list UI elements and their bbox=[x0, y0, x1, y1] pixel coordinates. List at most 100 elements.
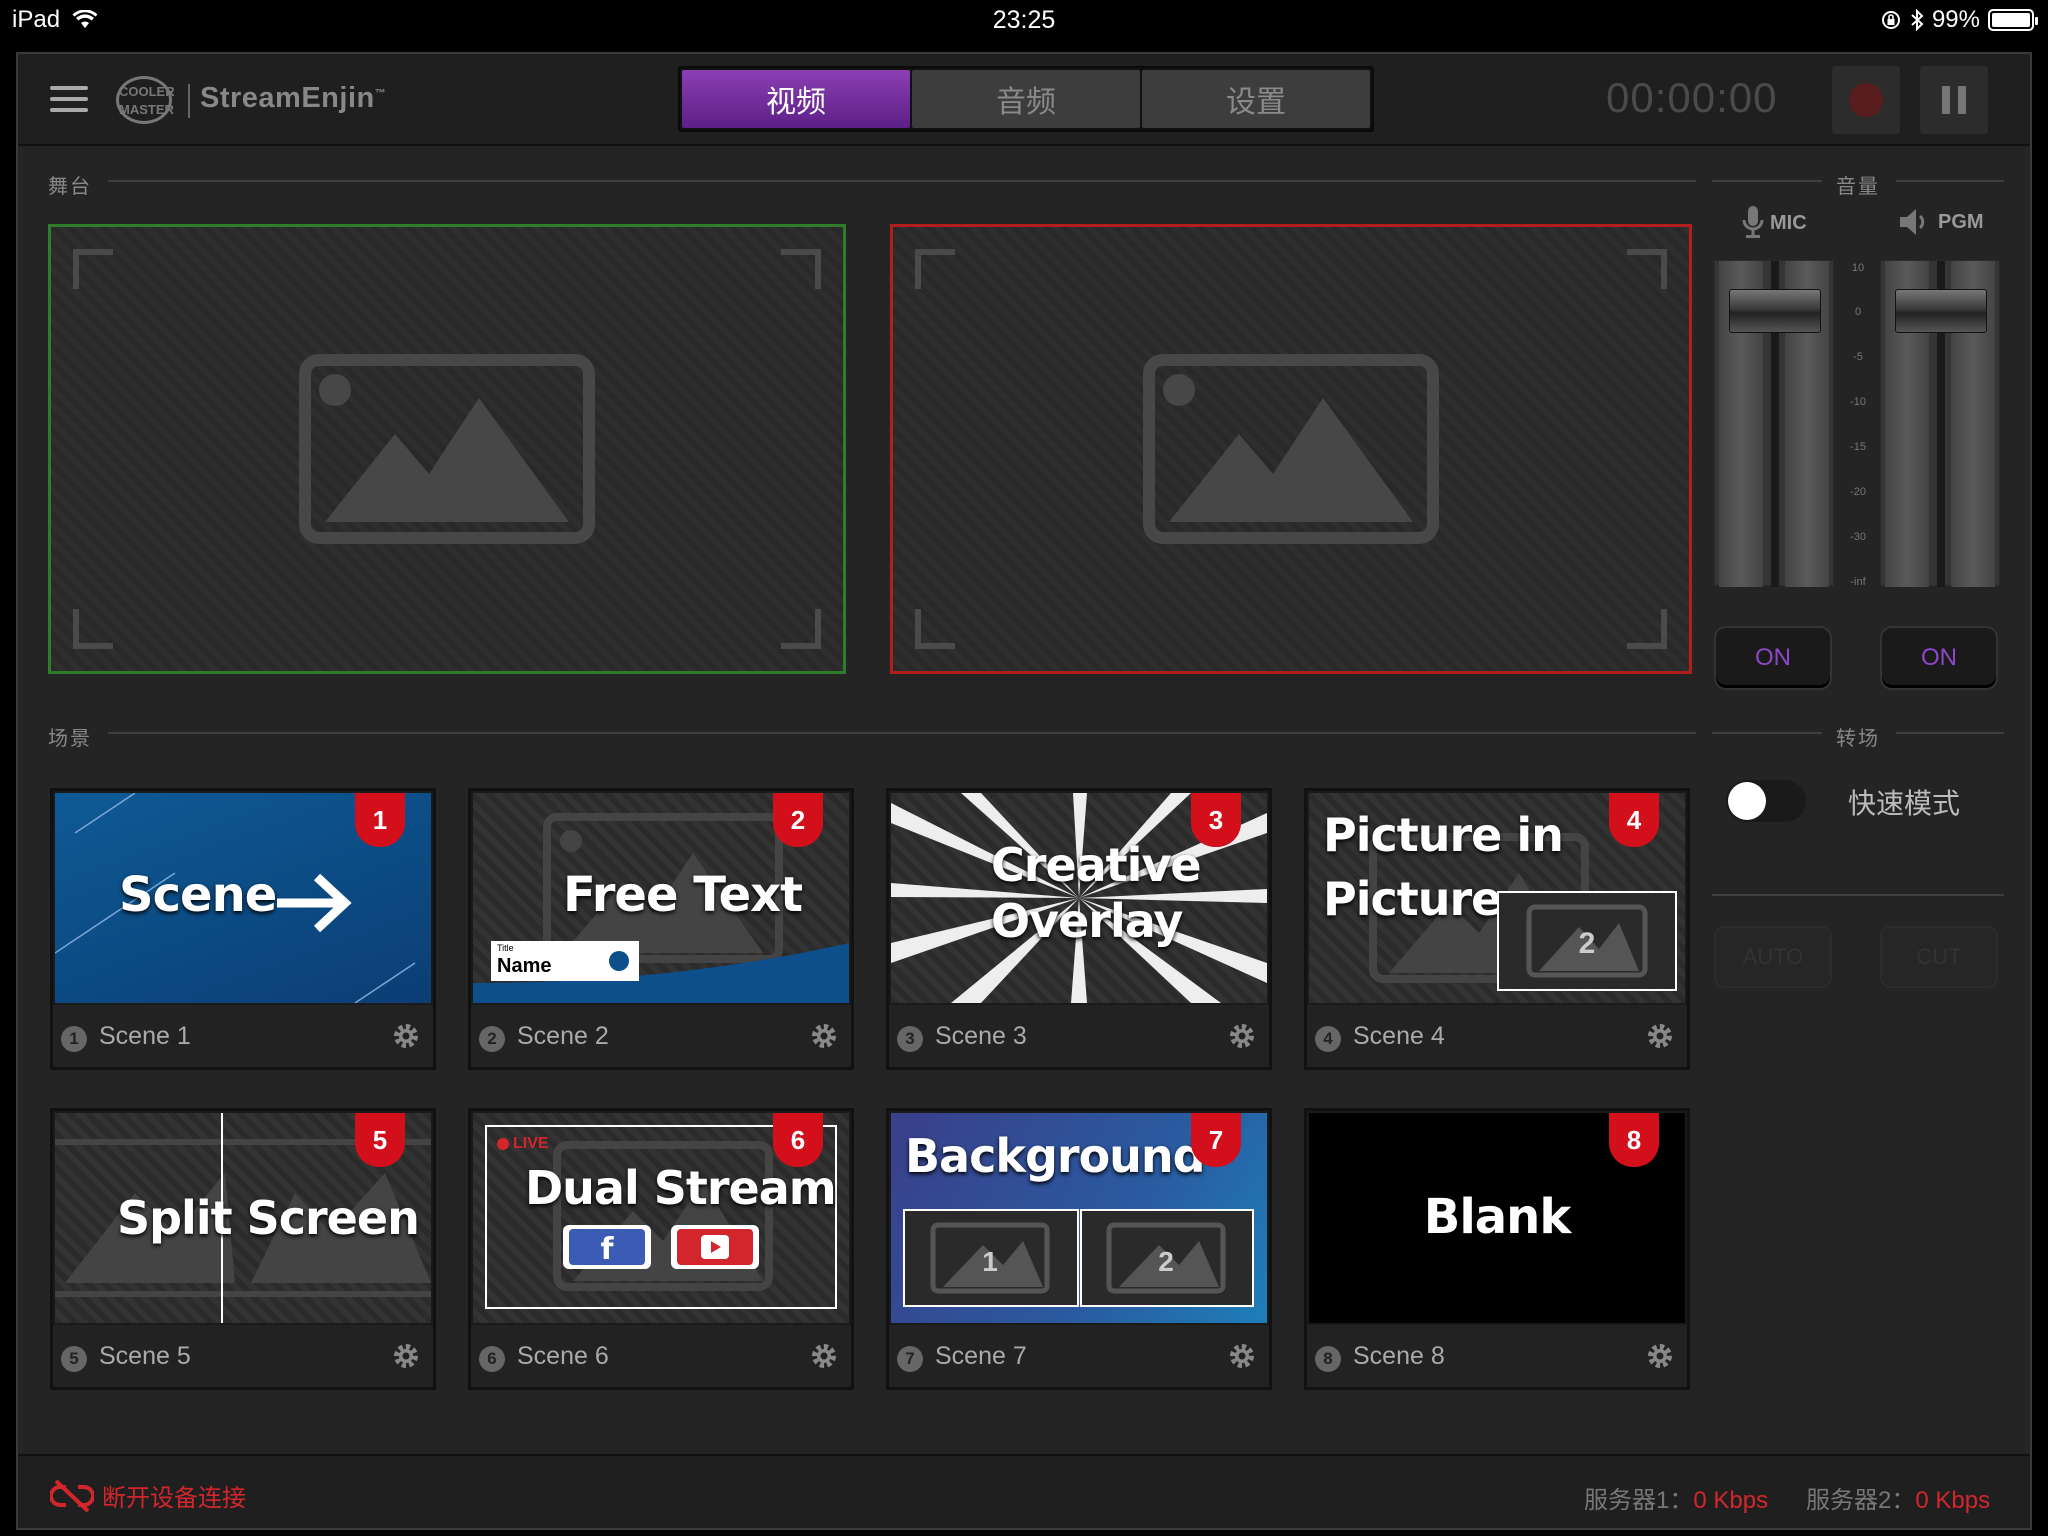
scene-card-5[interactable]: Split Screen 5 5 Scene 5 bbox=[50, 1108, 436, 1390]
record-button[interactable] bbox=[1832, 66, 1900, 134]
stage-divider bbox=[108, 180, 1696, 182]
gear-icon[interactable] bbox=[1227, 1341, 1257, 1371]
menu-icon[interactable] bbox=[50, 86, 88, 112]
scene-thumbnail: Picture in Picture 2 4 bbox=[1309, 793, 1685, 1003]
gear-icon[interactable] bbox=[391, 1021, 421, 1051]
auto-button[interactable]: AUTO bbox=[1714, 926, 1832, 988]
scene-badge: 4 bbox=[1609, 793, 1659, 847]
transition-divider-right bbox=[1896, 732, 2004, 734]
pgm-volume-fader[interactable] bbox=[1880, 260, 2000, 587]
volume-scale-m5: -5 bbox=[1853, 351, 1863, 363]
brand-divider bbox=[188, 84, 190, 118]
scene-name: Scene 8 bbox=[1353, 1342, 1445, 1370]
mic-on-button[interactable]: ON bbox=[1714, 626, 1832, 690]
volume-scale-m10: -10 bbox=[1850, 396, 1866, 408]
scene-card-4[interactable]: Picture in Picture 2 4 4 Scene 4 bbox=[1304, 788, 1690, 1070]
gear-icon[interactable] bbox=[809, 1341, 839, 1371]
scene-badge: 1 bbox=[355, 793, 405, 847]
svg-text:1: 1 bbox=[982, 1246, 998, 1277]
scene-card-6[interactable]: LIVE Dual Stream f 6 6 Scene 6 bbox=[468, 1108, 854, 1390]
audio-label: 音量 bbox=[1836, 176, 1880, 198]
scene-card-1[interactable]: Scene 1 1 Scene 1 bbox=[50, 788, 436, 1070]
preview-monitor[interactable] bbox=[48, 224, 846, 674]
battery-icon bbox=[1988, 9, 2038, 31]
server1-bitrate: 服务器1：0 Kbps bbox=[1584, 1487, 1769, 1514]
scene-thumbnail: Background 1 2 7 bbox=[891, 1113, 1267, 1323]
pgm-label: PGM bbox=[1898, 206, 1984, 238]
battery-percent: 99% bbox=[1931, 6, 1980, 33]
volume-scale-0: 0 bbox=[1854, 306, 1862, 318]
scene-card-8[interactable]: Blank 8 8 Scene 8 bbox=[1304, 1108, 1690, 1390]
image-placeholder-icon bbox=[299, 354, 595, 544]
ios-status-bar: iPad 23:25 99% bbox=[0, 0, 2048, 44]
gear-icon[interactable] bbox=[1645, 1341, 1675, 1371]
volume-scale-m15: -15 bbox=[1850, 441, 1866, 453]
top-bar: COOLER MASTER StreamEnjin™ 视频 音频 设置 00:00… bbox=[18, 54, 2030, 146]
scene-thumbnail: Free Text Title Name 2 bbox=[473, 793, 849, 1003]
pause-button[interactable] bbox=[1920, 66, 1988, 134]
scene-number: 2 bbox=[479, 1026, 505, 1052]
scene-badge: 8 bbox=[1609, 1113, 1659, 1167]
scene-name: Scene 3 bbox=[935, 1022, 1027, 1050]
scene-card-7[interactable]: Background 1 2 7 7 Scene 7 bbox=[886, 1108, 1272, 1390]
scene-name: Scene 1 bbox=[99, 1022, 191, 1050]
stream-timer: 00:00:00 bbox=[1606, 74, 1778, 121]
scene-number: 7 bbox=[897, 1346, 923, 1372]
scene-number: 6 bbox=[479, 1346, 505, 1372]
scene-thumbnail: Creative Overlay 3 bbox=[891, 793, 1267, 1003]
main-tabs: 视频 音频 设置 bbox=[678, 66, 1374, 132]
scene-thumbnail: Split Screen 5 bbox=[55, 1113, 431, 1323]
scene-card-3[interactable]: Creative Overlay 3 3 Scene 3 bbox=[886, 788, 1272, 1070]
mic-fader-knob[interactable] bbox=[1729, 289, 1821, 333]
scene-name: Scene 2 bbox=[517, 1022, 609, 1050]
gear-icon[interactable] bbox=[1645, 1021, 1675, 1051]
scene-number: 3 bbox=[897, 1026, 923, 1052]
lower-third: Title Name bbox=[491, 941, 639, 981]
orientation-lock-icon bbox=[1881, 11, 1900, 29]
svg-text:f: f bbox=[600, 1232, 614, 1267]
transition-separator bbox=[1712, 894, 2004, 896]
mic-label: MIC bbox=[1742, 204, 1807, 242]
disconnect-device-button[interactable]: 断开设备连接 bbox=[50, 1478, 246, 1513]
gear-icon[interactable] bbox=[809, 1021, 839, 1051]
scene-thumbnail: Scene 1 bbox=[55, 793, 431, 1003]
gear-icon[interactable] bbox=[1227, 1021, 1257, 1051]
scene-number: 1 bbox=[61, 1026, 87, 1052]
gear-icon[interactable] bbox=[391, 1341, 421, 1371]
scenes-label: 场景 bbox=[48, 728, 92, 750]
pgm-on-button[interactable]: ON bbox=[1880, 626, 1998, 690]
scene-badge: 5 bbox=[355, 1113, 405, 1167]
tab-settings[interactable]: 设置 bbox=[1142, 70, 1370, 128]
server2-bitrate: 服务器2：0 Kbps bbox=[1806, 1487, 1991, 1514]
scene-badge: 7 bbox=[1191, 1113, 1241, 1167]
scene-name: Scene 4 bbox=[1353, 1022, 1445, 1050]
scene-badge: 3 bbox=[1191, 793, 1241, 847]
microphone-icon bbox=[1742, 206, 1764, 238]
volume-scale-10: 10 bbox=[1851, 262, 1865, 274]
fast-mode-toggle[interactable] bbox=[1726, 780, 1806, 822]
fast-mode-label: 快速模式 bbox=[1848, 788, 1961, 819]
footer-bar: 断开设备连接 服务器1：0 Kbps 服务器2：0 Kbps bbox=[18, 1454, 2030, 1528]
lower-third-icon bbox=[609, 951, 629, 971]
pgm-fader-knob[interactable] bbox=[1895, 289, 1987, 333]
svg-text:2: 2 bbox=[1158, 1246, 1174, 1277]
volume-scale-m30: -30 bbox=[1850, 531, 1866, 543]
bluetooth-icon bbox=[1911, 9, 1924, 31]
cut-button[interactable]: CUT bbox=[1880, 926, 1998, 988]
background-layout-icon: 1 2 bbox=[903, 1209, 1254, 1307]
program-monitor[interactable] bbox=[890, 224, 1692, 674]
mic-volume-fader[interactable] bbox=[1714, 260, 1834, 587]
broken-link-icon bbox=[50, 1479, 94, 1512]
volume-scale-inf: -inf bbox=[1850, 576, 1866, 588]
scene-name: Scene 7 bbox=[935, 1342, 1027, 1370]
scene-thumbnail: Blank 8 bbox=[1309, 1113, 1685, 1323]
scene-card-2[interactable]: Free Text Title Name 2 2 Scene 2 bbox=[468, 788, 854, 1070]
scene-number: 8 bbox=[1315, 1346, 1341, 1372]
tab-video[interactable]: 视频 bbox=[682, 70, 910, 128]
app-window: COOLER MASTER StreamEnjin™ 视频 音频 设置 00:00… bbox=[16, 52, 2032, 1530]
pip-window: 2 bbox=[1497, 891, 1677, 991]
tab-audio[interactable]: 音频 bbox=[912, 70, 1140, 128]
scene-number: 4 bbox=[1315, 1026, 1341, 1052]
scene-badge: 2 bbox=[773, 793, 823, 847]
transition-divider-left bbox=[1712, 732, 1822, 734]
